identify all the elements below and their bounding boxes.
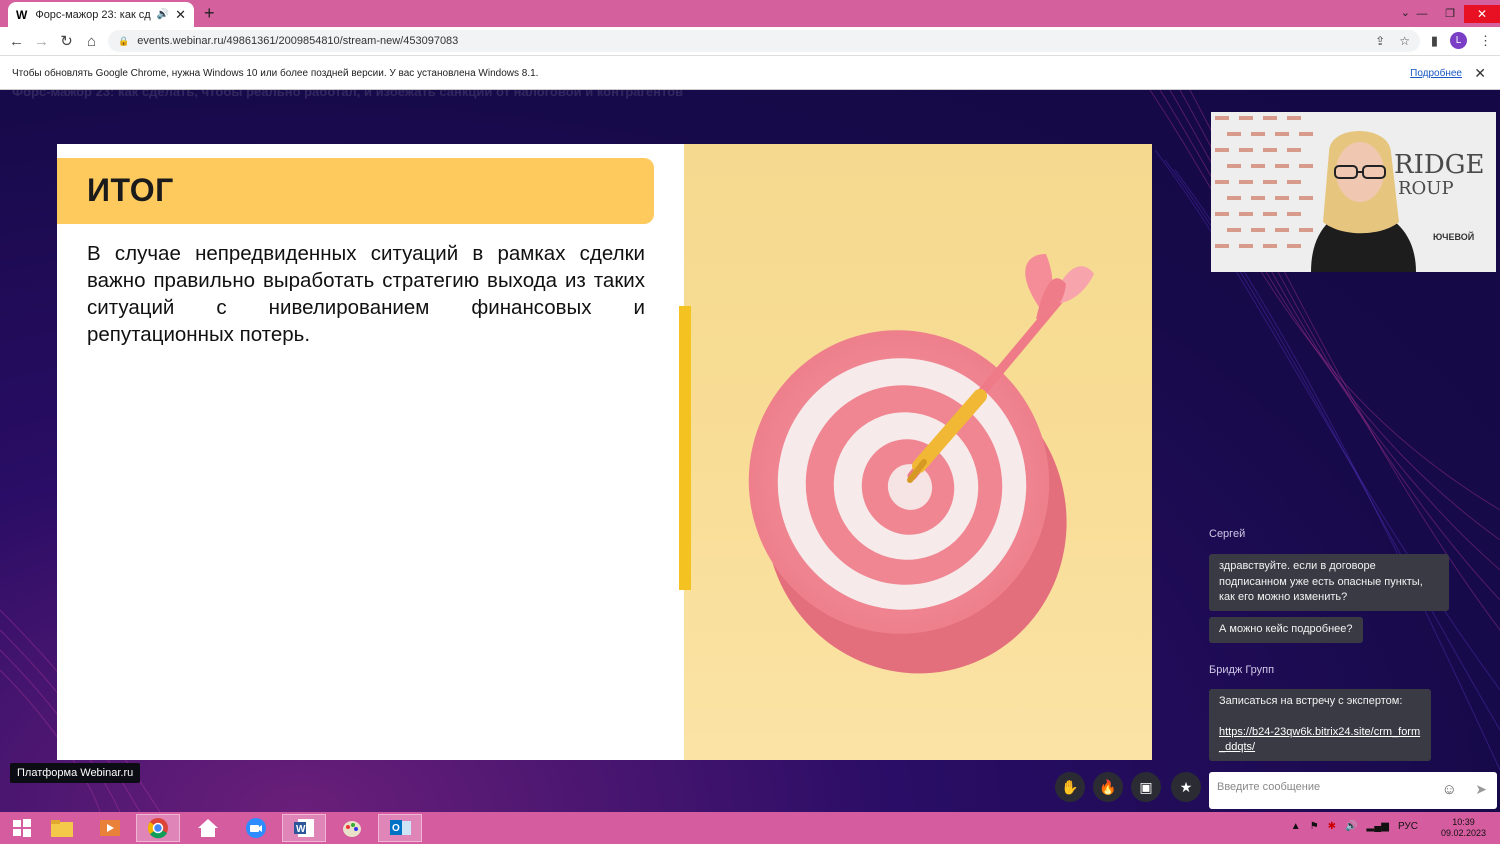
chat-author: Бридж Групп bbox=[1209, 664, 1275, 676]
restore-icon[interactable]: ❐ bbox=[1436, 7, 1464, 20]
infobar-message: Чтобы обновлять Google Chrome, нужна Win… bbox=[12, 68, 539, 79]
raise-hand-icon[interactable]: ✋ bbox=[1055, 772, 1085, 802]
address-url[interactable]: events.webinar.ru/49861361/2009854810/st… bbox=[137, 35, 1361, 47]
chat-message-input[interactable] bbox=[1217, 781, 1427, 793]
slide-text-panel: ИТОГ В случае непредвиденных ситуаций в … bbox=[57, 144, 684, 760]
security-icon[interactable]: ✱ bbox=[1328, 821, 1336, 832]
window-controls: — ❐ ✕ bbox=[1408, 0, 1500, 27]
speaker-video[interactable]: RIDGE ROUP ЮЧЕВОЙ bbox=[1211, 112, 1496, 272]
browser-tab[interactable]: W Форс-мажор 23: как сделать 🔊 ✕ bbox=[8, 2, 194, 27]
system-tray: ▲ ⚑ ✱ 🔊 ▂▄▆ РУС bbox=[1291, 821, 1418, 832]
webinar-title: Форс-мажор 23: как сделать, чтобы реальн… bbox=[12, 90, 684, 99]
speaker-icon[interactable]: 🔊 bbox=[157, 9, 169, 20]
chat-message: Записаться на встречу с экспертом: https… bbox=[1209, 689, 1431, 761]
bookmark-star-icon[interactable]: ☆ bbox=[1399, 34, 1410, 48]
tray-chevron-icon[interactable]: ▲ bbox=[1291, 821, 1301, 832]
chrome-icon[interactable] bbox=[136, 814, 180, 842]
file-explorer-icon[interactable] bbox=[40, 814, 84, 842]
network-icon[interactable]: ▂▄▆ bbox=[1367, 821, 1389, 832]
browser-toolbar: ← → ↻ ⌂ 🔒 events.webinar.ru/49861361/200… bbox=[0, 27, 1500, 55]
webinar-favicon-icon: W bbox=[16, 7, 28, 22]
outlook-icon[interactable]: O bbox=[378, 814, 422, 842]
video-brand-text-3: ЮЧЕВОЙ bbox=[1433, 232, 1475, 242]
paint-icon[interactable] bbox=[330, 814, 374, 842]
volume-icon[interactable]: 🔊 bbox=[1345, 821, 1357, 832]
clock-date: 09.02.2023 bbox=[1440, 828, 1486, 838]
language-indicator[interactable]: РУС bbox=[1398, 821, 1418, 832]
chat-message: здравствуйте. если в договоре подписанно… bbox=[1209, 554, 1449, 611]
update-infobar: Чтобы обновлять Google Chrome, нужна Win… bbox=[0, 55, 1500, 90]
emoji-icon[interactable]: ☺ bbox=[1442, 781, 1457, 798]
lock-icon[interactable]: 🔒 bbox=[118, 36, 129, 47]
flag-icon[interactable]: ⚑ bbox=[1310, 821, 1319, 832]
chrome-menu-icon[interactable]: ⋮ bbox=[1479, 33, 1492, 49]
zoom-icon[interactable] bbox=[234, 814, 278, 842]
word-icon[interactable]: W bbox=[282, 814, 326, 842]
window-close-icon[interactable]: ✕ bbox=[1464, 4, 1500, 23]
chat-message: А можно кейс подробнее? bbox=[1209, 617, 1363, 643]
address-bar[interactable]: 🔒 events.webinar.ru/49861361/2009854810/… bbox=[108, 30, 1420, 52]
svg-text:O: O bbox=[392, 823, 400, 834]
video-brand-text-1: RIDGE bbox=[1394, 150, 1485, 180]
windows-taskbar: W O ▲ ⚑ ✱ 🔊 ▂▄▆ РУС 10:39 09.02.2023 bbox=[0, 812, 1500, 844]
infobar-close-icon[interactable]: ✕ bbox=[1474, 65, 1486, 82]
slide-title-bar: ИТОГ bbox=[57, 158, 654, 224]
home-icon[interactable]: ⌂ bbox=[79, 33, 104, 50]
slide-body-text: В случае непредвиденных ситуаций в рамка… bbox=[87, 242, 645, 346]
dartboard-target-icon bbox=[748, 254, 1094, 674]
video-brand-text-2: ROUP bbox=[1398, 178, 1454, 199]
browser-tab-strip: W Форс-мажор 23: как сделать 🔊 ✕ + ⌄ — ❐… bbox=[0, 0, 1500, 27]
slide-accent-bar bbox=[679, 306, 691, 590]
taskbar-clock[interactable]: 10:39 09.02.2023 bbox=[1441, 817, 1486, 839]
platform-badge[interactable]: Платформа Webinar.ru bbox=[10, 763, 141, 783]
back-icon[interactable]: ← bbox=[4, 33, 29, 50]
reload-icon[interactable]: ↻ bbox=[54, 32, 79, 50]
send-icon[interactable]: ➤ bbox=[1475, 781, 1487, 798]
picture-in-picture-icon[interactable]: ▣ bbox=[1131, 772, 1161, 802]
infobar-more-link[interactable]: Подробнее bbox=[1410, 68, 1462, 79]
minimize-icon[interactable]: — bbox=[1408, 8, 1436, 20]
chat-author: Сергей bbox=[1209, 528, 1246, 540]
webinar-stage: Форс-мажор 23: как сделать, чтобы реальн… bbox=[0, 90, 1500, 812]
forward-icon[interactable]: → bbox=[29, 33, 54, 50]
close-tab-icon[interactable]: ✕ bbox=[175, 7, 186, 23]
home-app-icon[interactable] bbox=[186, 814, 230, 842]
share-icon[interactable]: ⇪ bbox=[1375, 34, 1385, 48]
slide-title: ИТОГ bbox=[87, 172, 174, 208]
svg-text:W: W bbox=[296, 824, 306, 835]
profile-avatar[interactable]: L bbox=[1450, 32, 1467, 49]
slide-image-panel bbox=[684, 144, 1152, 760]
media-player-icon[interactable] bbox=[88, 814, 132, 842]
chat-message-text: Записаться на встречу с экспертом: bbox=[1219, 695, 1403, 707]
clock-time: 10:39 bbox=[1452, 817, 1475, 827]
new-tab-button[interactable]: + bbox=[204, 3, 215, 24]
presentation-slide: ИТОГ В случае непредвиденных ситуаций в … bbox=[57, 144, 1152, 760]
fire-reaction-icon[interactable]: 🔥 bbox=[1093, 772, 1123, 802]
tab-title: Форс-мажор 23: как сделать bbox=[35, 8, 151, 21]
chat-message-link[interactable]: https://b24-23qw6k.bitrix24.site/crm_for… bbox=[1219, 726, 1420, 754]
chat-input-box: ☺ ➤ bbox=[1209, 772, 1497, 809]
windows-start-icon[interactable] bbox=[0, 814, 44, 842]
side-panel-icon[interactable]: ▮ bbox=[1431, 33, 1438, 49]
star-icon[interactable]: ★ bbox=[1171, 772, 1201, 802]
